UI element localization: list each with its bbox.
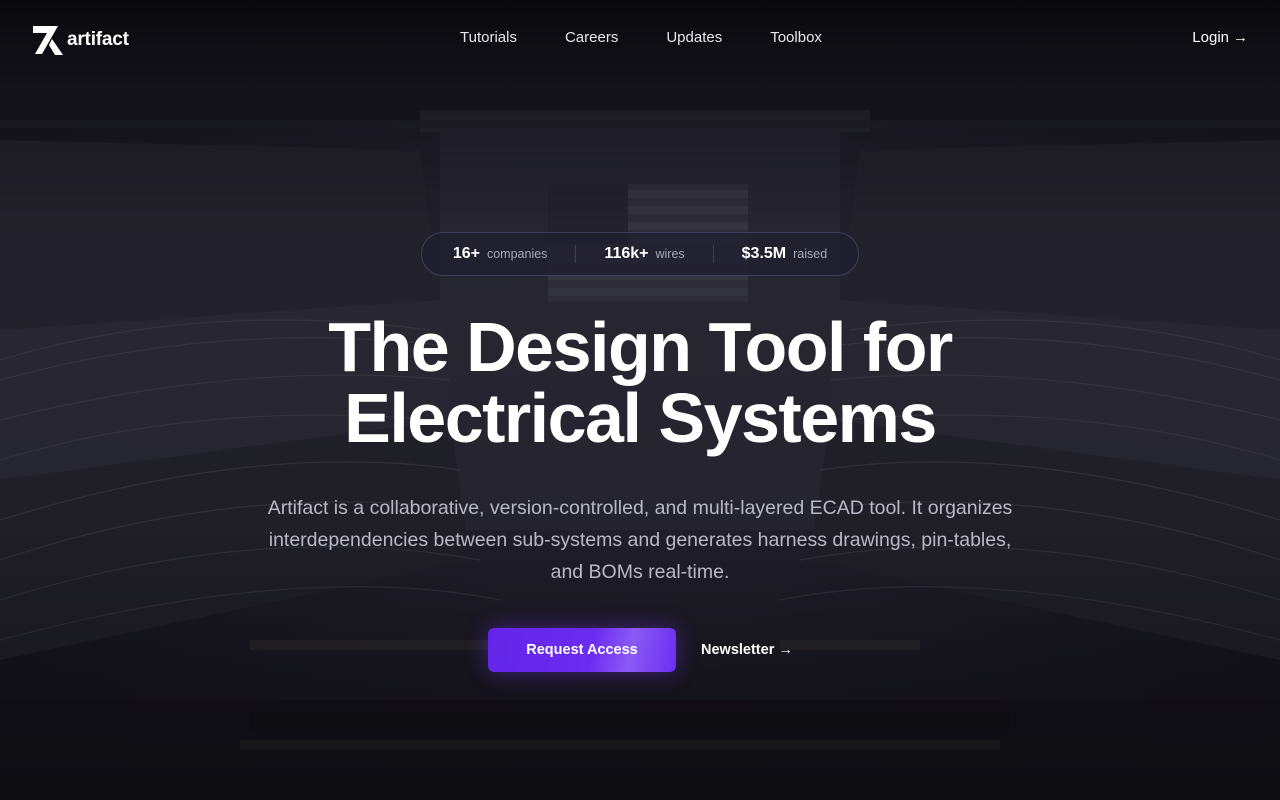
hero-headline: The Design Tool for Electrical Systems — [0, 312, 1280, 454]
newsletter-label: Newsletter — [701, 642, 775, 658]
login-link[interactable]: Login → — [1192, 29, 1248, 46]
stat-value: $3.5M — [741, 245, 787, 262]
stat-label: raised — [793, 247, 828, 261]
hero-headline-line-1: The Design Tool for — [328, 308, 953, 386]
hero-description: Artifact is a collaborative, version-con… — [267, 497, 1013, 583]
arrow-right-icon: → — [778, 642, 793, 658]
cta-row: Request Access Newsletter → — [488, 628, 793, 672]
hero-headline-line-2: Electrical Systems — [344, 379, 937, 457]
nav-link-updates[interactable]: Updates — [642, 29, 746, 46]
top-nav: artifact Tutorials Careers Updates Toolb… — [0, 0, 1280, 78]
nav-link-tutorials[interactable]: Tutorials — [436, 29, 541, 46]
brand-name: artifact — [67, 29, 129, 50]
stat-value: 16+ — [452, 245, 480, 262]
stats-pill: 16+ companies 116k+ wires $3.5M raised — [421, 232, 859, 276]
stat-raised: $3.5M raised — [712, 245, 856, 263]
nav-link-careers[interactable]: Careers — [541, 29, 642, 46]
stat-value: 116k+ — [604, 245, 649, 262]
stat-companies: 16+ companies — [425, 245, 576, 263]
arrow-right-icon: → — [1233, 29, 1248, 46]
brand-logo[interactable]: artifact — [32, 24, 129, 56]
login-label: Login — [1192, 29, 1229, 46]
newsletter-link[interactable]: Newsletter → — [701, 642, 793, 658]
stat-label: wires — [655, 247, 685, 261]
artifact-logo-icon — [33, 26, 63, 55]
nav-link-toolbox[interactable]: Toolbox — [746, 29, 846, 46]
main-nav: Tutorials Careers Updates Toolbox — [436, 29, 846, 46]
stat-wires: 116k+ wires — [575, 245, 712, 263]
stat-label: companies — [486, 247, 548, 261]
request-access-button[interactable]: Request Access — [488, 628, 676, 672]
